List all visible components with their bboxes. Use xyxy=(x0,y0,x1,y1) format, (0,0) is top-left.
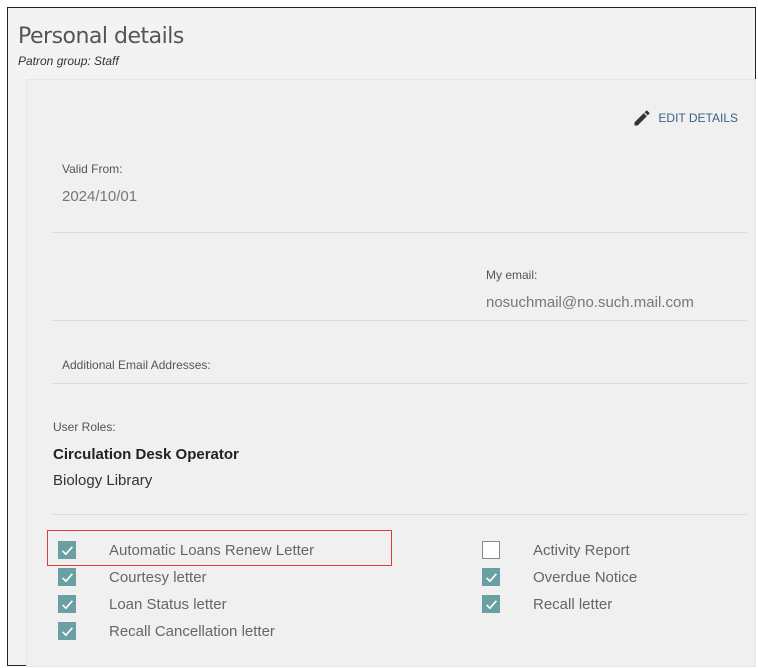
letter-option[interactable]: Overdue Notice xyxy=(482,568,637,586)
personal-details-panel: Personal details Patron group: Staff EDI… xyxy=(7,7,756,666)
pencil-icon xyxy=(634,110,650,126)
letter-label: Recall letter xyxy=(533,595,613,613)
check-icon xyxy=(61,626,73,636)
letter-option[interactable]: Loan Status letter xyxy=(58,595,227,613)
letter-label: Courtesy letter xyxy=(109,568,207,586)
details-card: EDIT DETAILS Valid From: 2024/10/01 My e… xyxy=(27,80,755,666)
letter-label: Loan Status letter xyxy=(109,595,227,613)
page-title: Personal details xyxy=(18,24,184,49)
check-icon xyxy=(485,599,497,609)
letter-label: Activity Report xyxy=(533,541,630,559)
check-icon xyxy=(61,545,73,555)
letter-checkbox[interactable] xyxy=(58,622,76,640)
divider xyxy=(52,383,747,384)
check-icon xyxy=(61,599,73,609)
role-name: Circulation Desk Operator xyxy=(53,446,239,463)
letter-option[interactable]: Automatic Loans Renew Letter xyxy=(58,541,314,559)
divider xyxy=(52,320,747,321)
letter-label: Overdue Notice xyxy=(533,568,638,586)
edit-details-label: EDIT DETAILS xyxy=(658,111,738,125)
letter-checkbox[interactable] xyxy=(58,568,76,586)
letter-option[interactable]: Courtesy letter xyxy=(58,568,207,586)
letter-label: Recall Cancellation letter xyxy=(109,622,275,640)
my-email-value: nosuchmail@no.such.mail.com xyxy=(486,294,694,311)
letter-checkbox[interactable] xyxy=(482,595,500,613)
role-library: Biology Library xyxy=(53,472,153,489)
edit-details-button[interactable]: EDIT DETAILS xyxy=(632,108,738,128)
check-icon xyxy=(485,572,497,582)
letter-option[interactable]: Activity Report xyxy=(482,541,630,559)
letter-checkbox[interactable] xyxy=(58,595,76,613)
letter-option[interactable]: Recall letter xyxy=(482,595,612,613)
divider xyxy=(52,514,747,515)
divider xyxy=(52,232,747,233)
letter-checkbox[interactable] xyxy=(58,541,76,559)
check-icon xyxy=(61,572,73,582)
my-email-label: My email: xyxy=(486,268,538,282)
user-roles-label: User Roles: xyxy=(53,420,116,434)
letter-label: Automatic Loans Renew Letter xyxy=(109,541,315,559)
letter-option[interactable]: Recall Cancellation letter xyxy=(58,622,275,640)
letter-checkbox[interactable] xyxy=(482,568,500,586)
letter-checkbox[interactable] xyxy=(482,541,500,559)
valid-from-label: Valid From: xyxy=(62,162,123,176)
additional-emails-label: Additional Email Addresses: xyxy=(62,358,211,372)
valid-from-value: 2024/10/01 xyxy=(62,188,138,205)
patron-group: Patron group: Staff xyxy=(18,54,119,68)
